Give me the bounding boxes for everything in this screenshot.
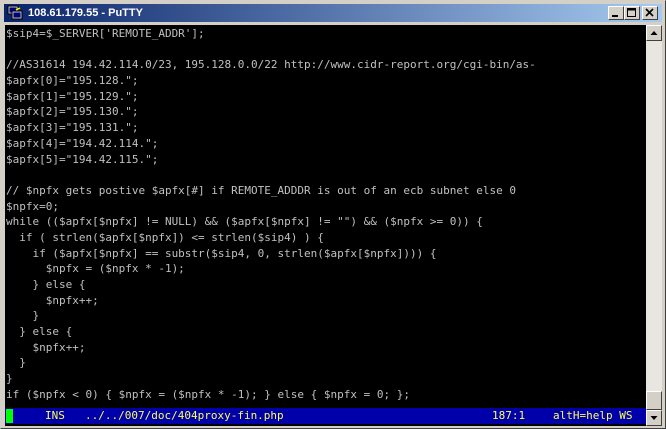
vertical-scrollbar[interactable] xyxy=(646,25,662,426)
status-file-path: ../../007/doc/404proxy-fin.php xyxy=(85,409,284,422)
terminal-line: $apfx[3]="195.131."; xyxy=(6,121,139,135)
terminal-line: } xyxy=(6,356,26,370)
terminal-line: // $npfx gets postive $apfx[#] if REMOTE… xyxy=(6,183,516,197)
text-cursor xyxy=(6,409,13,423)
terminal-line: $apfx[1]="195.129."; xyxy=(6,89,139,103)
terminal-line: $npfx++; xyxy=(6,293,99,307)
terminal-line: } xyxy=(6,372,13,386)
terminal-line: $sip4=$_SERVER['REMOTE_ADDR']; xyxy=(6,27,205,40)
close-icon xyxy=(645,8,654,17)
minimize-icon xyxy=(612,15,618,17)
putty-computer-icon[interactable] xyxy=(7,5,23,21)
putty-window: 108.61.179.55 - PuTTY $sip4=$_SERVER['RE… xyxy=(0,0,666,429)
maximize-button[interactable] xyxy=(624,6,640,20)
title-bar[interactable]: 108.61.179.55 - PuTTY xyxy=(4,4,662,22)
terminal-line: if ($apfx[$npfx] == substr($sip4, 0, str… xyxy=(6,246,437,260)
terminal-line: } else { xyxy=(6,325,73,339)
terminal-line: $apfx[0]="195.128."; xyxy=(6,74,139,88)
scroll-up-button[interactable] xyxy=(646,25,662,41)
terminal-line: //AS31614 194.42.114.0/23, 195.128.0.0/2… xyxy=(6,58,536,72)
status-cursor-position: 187:1 xyxy=(492,409,526,422)
scrollbar-thumb[interactable] xyxy=(646,391,662,410)
close-button[interactable] xyxy=(642,6,658,20)
terminal-line: $npfx = ($npfx * -1); xyxy=(6,262,185,276)
scroll-down-button[interactable] xyxy=(646,410,662,426)
terminal-screen[interactable]: $sip4=$_SERVER['REMOTE_ADDR']; //AS31614 … xyxy=(5,25,646,426)
terminal-line: if ($npfx < 0) { $npfx = ($npfx * -1); }… xyxy=(6,387,410,401)
editor-status-bar: INS ../../007/doc/404proxy-fin.php 187:1… xyxy=(5,408,646,424)
status-mode: INS xyxy=(45,409,65,422)
arrow-up-icon xyxy=(650,31,658,35)
maximize-icon xyxy=(627,8,636,17)
terminal-line: while (($apfx[$npfx] != NULL) && ($apfx[… xyxy=(6,215,483,229)
window-title: 108.61.179.55 - PuTTY xyxy=(28,7,143,19)
terminal-line: $apfx[2]="195.130."; xyxy=(6,105,139,119)
terminal-line: $apfx[4]="194.42.114."; xyxy=(6,136,159,150)
terminal-line: $npfx=0; xyxy=(6,199,59,213)
arrow-down-icon xyxy=(650,416,658,420)
terminal-line: } xyxy=(6,309,40,323)
terminal-line: $apfx[5]="194.42.115."; xyxy=(6,152,159,166)
terminal-line: if ( strlen($apfx[$npfx]) <= strlen($sip… xyxy=(6,230,324,244)
terminal-line: } else { xyxy=(6,278,86,291)
terminal-text: $sip4=$_SERVER['REMOTE_ADDR']; //AS31614 … xyxy=(6,26,536,403)
status-help-hint: altH=help WS xyxy=(553,409,633,422)
minimize-button[interactable] xyxy=(608,6,624,20)
terminal-line: $npfx++; xyxy=(6,340,86,354)
